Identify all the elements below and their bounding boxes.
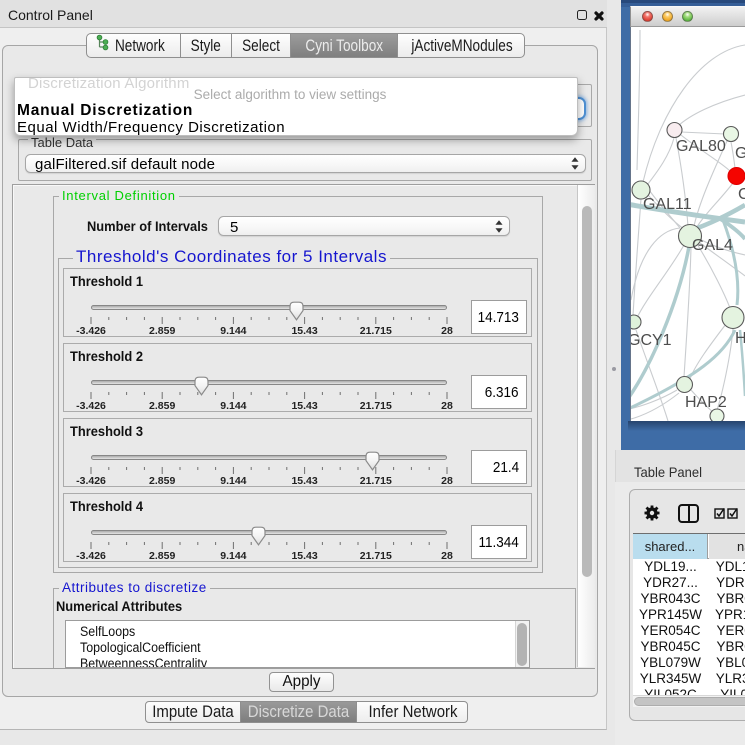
svg-text:HAP2: HAP2 <box>685 394 727 411</box>
svg-text:C: C <box>738 186 745 203</box>
svg-text:G.: G. <box>735 145 745 162</box>
svg-text:GAL11: GAL11 <box>643 196 692 213</box>
svg-text:GCY1: GCY1 <box>631 332 672 349</box>
svg-text:GAL80: GAL80 <box>676 138 726 155</box>
svg-text:GAL4: GAL4 <box>692 237 733 254</box>
svg-text:H: H <box>735 330 745 347</box>
